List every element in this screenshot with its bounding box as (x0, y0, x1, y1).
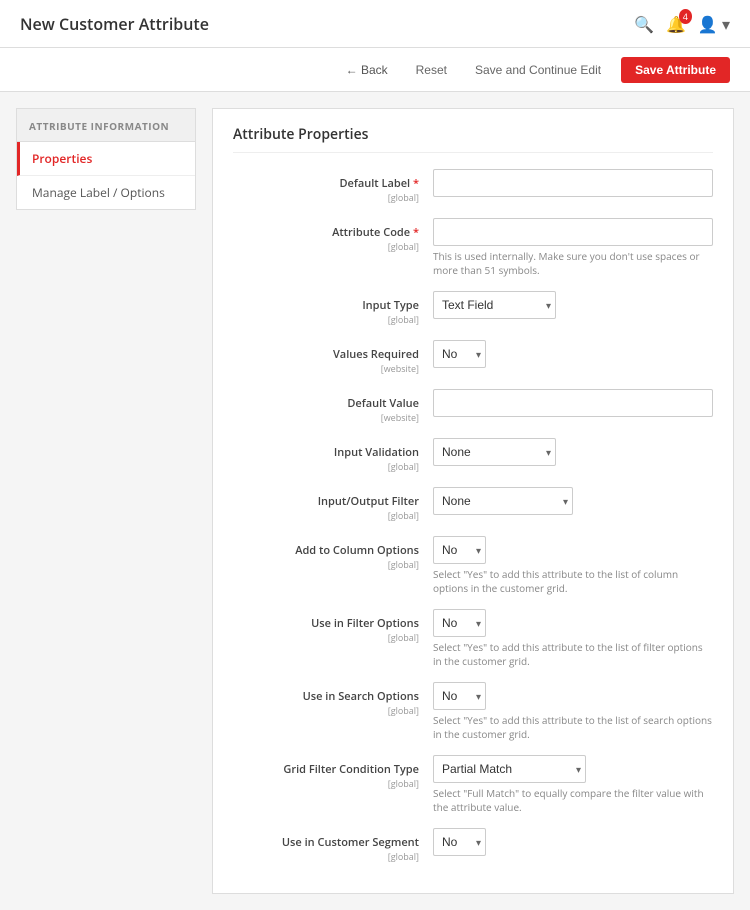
attribute-code-row: Attribute Code [global] This is used int… (233, 218, 713, 277)
default-label-row: Default Label [global] (233, 169, 713, 204)
input-output-filter-scope: [global] (233, 509, 419, 522)
use-in-search-select[interactable]: No Yes (434, 683, 486, 709)
values-required-label: Values Required (333, 347, 419, 362)
default-value-input[interactable] (433, 389, 713, 417)
grid-filter-condition-note: Select "Full Match" to equally compare t… (433, 786, 713, 814)
use-in-filter-select[interactable]: No Yes (434, 610, 486, 636)
sidebar-nav: Properties Manage Label / Options (16, 141, 196, 210)
use-in-search-row: Use in Search Options [global] No Yes ▾ … (233, 682, 713, 741)
input-validation-label: Input Validation (334, 445, 419, 460)
sidebar-item-properties[interactable]: Properties (17, 142, 195, 176)
attribute-code-label: Attribute Code (332, 225, 419, 240)
add-to-column-note: Select "Yes" to add this attribute to th… (433, 567, 713, 595)
input-type-row: Input Type [global] Text Field Text Area… (233, 291, 713, 326)
notification-badge: 4 (679, 9, 692, 24)
default-label-label: Default Label (339, 176, 419, 191)
bell-icon[interactable]: 🔔 4 (666, 13, 686, 35)
values-required-row: Values Required [website] No Yes ▾ (233, 340, 713, 375)
page-title: New Customer Attribute (20, 13, 209, 35)
use-in-customer-segment-label: Use in Customer Segment (282, 835, 419, 850)
add-to-column-label: Add to Column Options (295, 543, 419, 558)
input-validation-select[interactable]: None Alphanumeric Numeric Only Email Dat… (434, 439, 556, 465)
page-header: New Customer Attribute 🔍 🔔 4 👤 ▾ (0, 0, 750, 48)
grid-filter-condition-label: Grid Filter Condition Type (283, 762, 419, 777)
grid-filter-condition-scope: [global] (233, 777, 419, 790)
attribute-code-note: This is used internally. Make sure you d… (433, 249, 713, 277)
input-type-scope: [global] (233, 313, 419, 326)
input-validation-row: Input Validation [global] None Alphanume… (233, 438, 713, 473)
add-to-column-scope: [global] (233, 558, 419, 571)
input-output-filter-row: Input/Output Filter [global] None Strip … (233, 487, 713, 522)
use-in-search-note: Select "Yes" to add this attribute to th… (433, 713, 713, 741)
default-label-scope: [global] (233, 191, 419, 204)
grid-filter-condition-select[interactable]: Partial Match Full Match (434, 756, 586, 782)
section-title: Attribute Properties (233, 125, 713, 153)
default-value-row: Default Value [website] (233, 389, 713, 424)
use-in-filter-label: Use in Filter Options (311, 616, 419, 631)
sidebar: ATTRIBUTE INFORMATION Properties Manage … (16, 108, 196, 894)
main-content: Attribute Properties Default Label [glob… (212, 108, 734, 894)
add-to-column-select[interactable]: No Yes (434, 537, 486, 563)
use-in-customer-segment-row: Use in Customer Segment [global] No Yes … (233, 828, 713, 863)
use-in-search-scope: [global] (233, 704, 419, 717)
input-validation-scope: [global] (233, 460, 419, 473)
input-output-filter-select[interactable]: None Strip HTML Tags Escape HTML Entitie… (434, 488, 573, 514)
back-button[interactable]: ← Back (338, 59, 396, 81)
input-type-select[interactable]: Text Field Text Area Date Yes/No Dropdow… (434, 292, 556, 318)
sidebar-item-manage-label[interactable]: Manage Label / Options (17, 176, 195, 209)
page-toolbar: ← Back Reset Save and Continue Edit Save… (0, 48, 750, 92)
grid-filter-condition-row: Grid Filter Condition Type [global] Part… (233, 755, 713, 814)
sidebar-section-title: ATTRIBUTE INFORMATION (16, 108, 196, 141)
default-label-input[interactable] (433, 169, 713, 197)
attribute-code-scope: [global] (233, 240, 419, 253)
user-icon[interactable]: 👤 ▾ (698, 13, 730, 35)
default-value-scope: [website] (233, 411, 419, 424)
use-in-filter-row: Use in Filter Options [global] No Yes ▾ … (233, 609, 713, 668)
save-attribute-button[interactable]: Save Attribute (621, 57, 730, 83)
attribute-code-input[interactable] (433, 218, 713, 246)
reset-button[interactable]: Reset (408, 59, 455, 81)
use-in-search-label: Use in Search Options (303, 689, 419, 704)
save-continue-button[interactable]: Save and Continue Edit (467, 59, 609, 81)
use-in-customer-segment-scope: [global] (233, 850, 419, 863)
use-in-filter-note: Select "Yes" to add this attribute to th… (433, 640, 713, 668)
add-to-column-row: Add to Column Options [global] No Yes ▾ … (233, 536, 713, 595)
input-output-filter-label: Input/Output Filter (318, 494, 419, 509)
default-value-label: Default Value (347, 396, 419, 411)
page-content: ATTRIBUTE INFORMATION Properties Manage … (0, 92, 750, 910)
values-required-scope: [website] (233, 362, 419, 375)
input-type-label: Input Type (362, 298, 419, 313)
header-icons: 🔍 🔔 4 👤 ▾ (634, 13, 730, 35)
values-required-select[interactable]: No Yes (434, 341, 486, 367)
use-in-filter-scope: [global] (233, 631, 419, 644)
search-icon[interactable]: 🔍 (634, 13, 654, 35)
use-in-customer-segment-select[interactable]: No Yes (434, 829, 486, 855)
